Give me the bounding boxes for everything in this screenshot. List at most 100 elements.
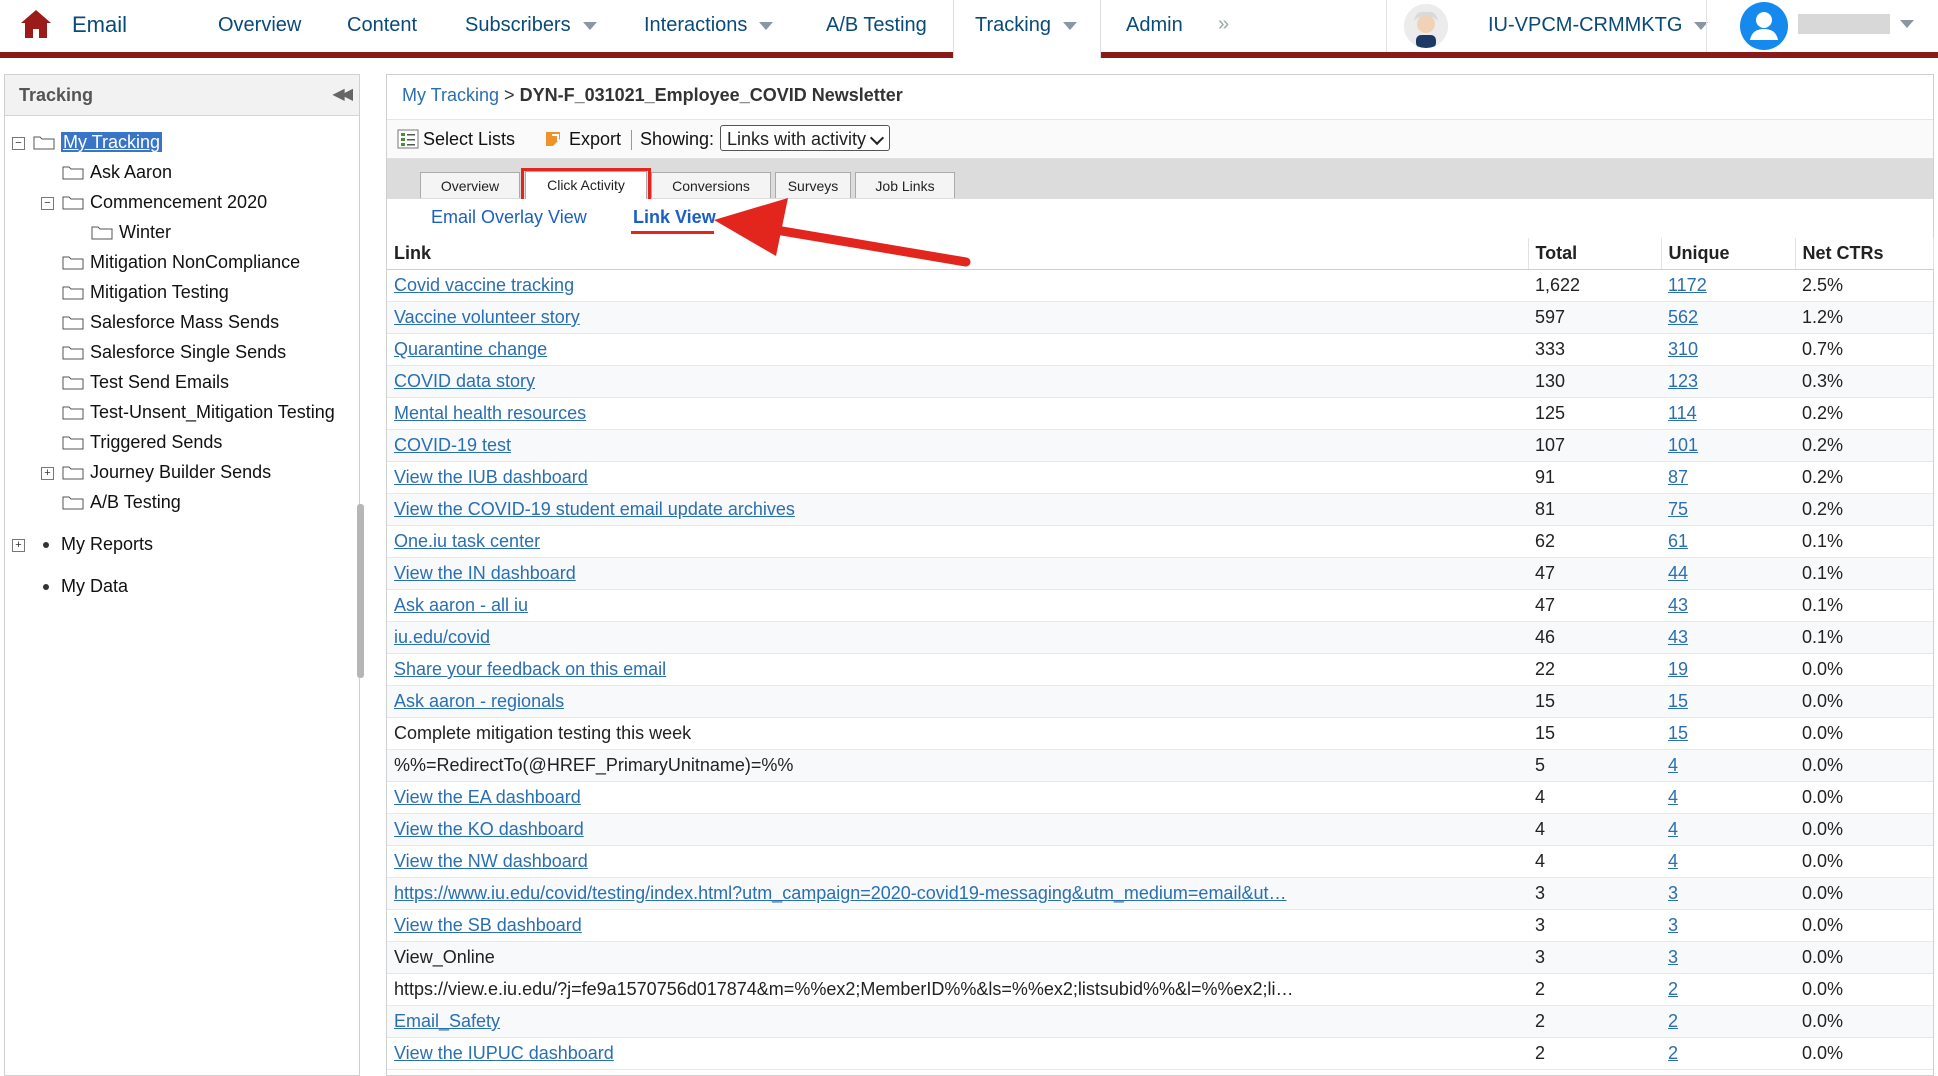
link-name-link[interactable]: iu.edu/covid (394, 627, 490, 647)
unique-count-link[interactable]: 19 (1668, 659, 1688, 679)
unique-count-link[interactable]: 310 (1668, 339, 1698, 359)
collapse-toggle-icon[interactable]: − (41, 197, 54, 210)
link-name-link[interactable]: COVID data story (394, 371, 535, 391)
link-name-link[interactable]: Ask aaron - all iu (394, 595, 528, 615)
column-header-link[interactable]: Link (387, 238, 1529, 270)
tree-item-mitigation-noncompliance[interactable]: Mitigation NonCompliance (62, 249, 300, 275)
column-header-unique[interactable]: Unique (1661, 238, 1796, 270)
link-name-link[interactable]: View the IUB dashboard (394, 467, 588, 487)
nav-overview[interactable]: Overview (218, 14, 301, 37)
column-header-total[interactable]: Total (1528, 238, 1662, 270)
link-name-link[interactable]: View the COVID-19 student email update a… (394, 499, 795, 519)
tree-item-my-data[interactable]: My Data (61, 573, 128, 599)
email-overlay-view-link[interactable]: Email Overlay View (431, 207, 587, 228)
folder-icon (62, 191, 84, 210)
nav-tracking[interactable]: Tracking (975, 14, 1077, 37)
unique-count-link[interactable]: 4 (1668, 819, 1678, 839)
link-name-link[interactable]: Ask aaron - regionals (394, 691, 564, 711)
unique-count-link[interactable]: 43 (1668, 595, 1688, 615)
link-name-link[interactable]: View the IN dashboard (394, 563, 576, 583)
unique-cell: 3 (1661, 877, 1795, 910)
tree-item-ab-testing[interactable]: A/B Testing (62, 489, 181, 515)
expand-toggle-icon[interactable]: + (12, 539, 25, 552)
tree-item-commencement-2020[interactable]: Commencement 2020 (62, 189, 267, 215)
unique-count-link[interactable]: 87 (1668, 467, 1688, 487)
tree-item-journey-builder-sends[interactable]: Journey Builder Sends (62, 459, 271, 485)
unique-count-link[interactable]: 2 (1668, 1043, 1678, 1063)
home-icon[interactable] (18, 6, 54, 42)
tab-conversions[interactable]: Conversions (651, 172, 771, 198)
unique-count-link[interactable]: 101 (1668, 435, 1698, 455)
tree-item-test-unsent-mitigation-testing[interactable]: Test-Unsent_Mitigation Testing (62, 399, 335, 425)
tree-item-ask-aaron[interactable]: Ask Aaron (62, 159, 172, 185)
link-name-link[interactable]: https://www.iu.edu/covid/testing/index.h… (394, 883, 1286, 903)
unique-count-link[interactable]: 15 (1668, 691, 1688, 711)
tree-item-salesforce-single-sends[interactable]: Salesforce Single Sends (62, 339, 286, 365)
collapse-toggle-icon[interactable]: − (12, 137, 25, 150)
link-name-link[interactable]: Mental health resources (394, 403, 586, 423)
app-name[interactable]: Email (72, 12, 127, 38)
link-name-link[interactable]: COVID-19 test (394, 435, 511, 455)
panel-resize-handle[interactable] (357, 504, 364, 678)
tree-item-winter[interactable]: Winter (91, 219, 171, 245)
link-name-link[interactable]: View the NW dashboard (394, 851, 588, 871)
unique-count-link[interactable]: 61 (1668, 531, 1688, 551)
einstein-avatar-icon[interactable] (1404, 4, 1448, 48)
unique-count-link[interactable]: 3 (1668, 947, 1678, 967)
unique-count-link[interactable]: 2 (1668, 1011, 1678, 1031)
export-button[interactable]: Export (543, 129, 621, 150)
column-header-net-ctrs[interactable]: Net CTRs (1795, 238, 1934, 270)
tab-job-links[interactable]: Job Links (855, 172, 955, 198)
unique-count-link[interactable]: 15 (1668, 723, 1688, 743)
expand-toggle-icon[interactable]: + (41, 467, 54, 480)
nav-content[interactable]: Content (347, 14, 417, 37)
link-name-link[interactable]: Vaccine volunteer story (394, 307, 580, 327)
nav-subscribers[interactable]: Subscribers (465, 14, 597, 37)
more-nav-icon[interactable]: » (1218, 13, 1229, 36)
nav-ab-testing[interactable]: A/B Testing (826, 14, 927, 37)
nav-admin[interactable]: Admin (1126, 14, 1183, 37)
tree-item-triggered-sends[interactable]: Triggered Sends (62, 429, 222, 455)
unique-count-link[interactable]: 3 (1668, 883, 1678, 903)
link-name-link[interactable]: View the EA dashboard (394, 787, 581, 807)
link-name-link[interactable]: View the KO dashboard (394, 819, 584, 839)
unique-count-link[interactable]: 114 (1668, 403, 1697, 423)
breadcrumb: My Tracking > DYN-F_031021_Employee_COVI… (402, 85, 903, 106)
user-avatar-icon[interactable] (1740, 2, 1788, 50)
unique-count-link[interactable]: 4 (1668, 851, 1678, 871)
unique-count-link[interactable]: 4 (1668, 755, 1678, 775)
showing-dropdown[interactable]: Links with activity (720, 125, 890, 151)
tree-item-my-tracking[interactable]: My Tracking (33, 129, 163, 155)
unique-count-link[interactable]: 2 (1668, 979, 1678, 999)
unique-count-link[interactable]: 44 (1668, 563, 1688, 583)
unique-count-link[interactable]: 562 (1668, 307, 1698, 327)
chevron-down-icon[interactable] (1900, 20, 1914, 28)
tree-item-salesforce-mass-sends[interactable]: Salesforce Mass Sends (62, 309, 279, 335)
collapse-panel-icon[interactable]: ◀◀ (332, 84, 353, 104)
nav-interactions[interactable]: Interactions (644, 14, 774, 37)
link-name-link[interactable]: View the IUPUC dashboard (394, 1043, 614, 1063)
unique-count-link[interactable]: 4 (1668, 787, 1678, 807)
link-name-link[interactable]: View the SB dashboard (394, 915, 582, 935)
link-name-link[interactable]: Email_Safety (394, 1011, 500, 1031)
breadcrumb-root-link[interactable]: My Tracking (402, 85, 499, 105)
unique-count-link[interactable]: 123 (1668, 371, 1698, 391)
unique-count-link[interactable]: 3 (1668, 915, 1678, 935)
link-name-link[interactable]: One.iu task center (394, 531, 540, 551)
tab-surveys[interactable]: Surveys (775, 172, 851, 198)
nav-tracking-label: Tracking (975, 14, 1051, 36)
link-view-link[interactable]: Link View (633, 207, 716, 228)
unique-count-link[interactable]: 1172 (1668, 275, 1707, 295)
org-switcher[interactable]: IU-VPCM-CRMMKTG (1488, 14, 1709, 37)
tab-overview[interactable]: Overview (420, 172, 520, 198)
link-name-link[interactable]: Share your feedback on this email (394, 659, 666, 679)
user-name-redacted[interactable] (1798, 14, 1890, 34)
tree-item-my-reports[interactable]: My Reports (61, 531, 153, 557)
unique-count-link[interactable]: 43 (1668, 627, 1688, 647)
link-name-link[interactable]: Quarantine change (394, 339, 547, 359)
unique-count-link[interactable]: 75 (1668, 499, 1688, 519)
tree-item-mitigation-testing[interactable]: Mitigation Testing (62, 279, 229, 305)
tree-item-test-send-emails[interactable]: Test Send Emails (62, 369, 229, 395)
select-lists-button[interactable]: Select Lists (397, 129, 515, 150)
link-name-link[interactable]: Covid vaccine tracking (394, 275, 574, 295)
